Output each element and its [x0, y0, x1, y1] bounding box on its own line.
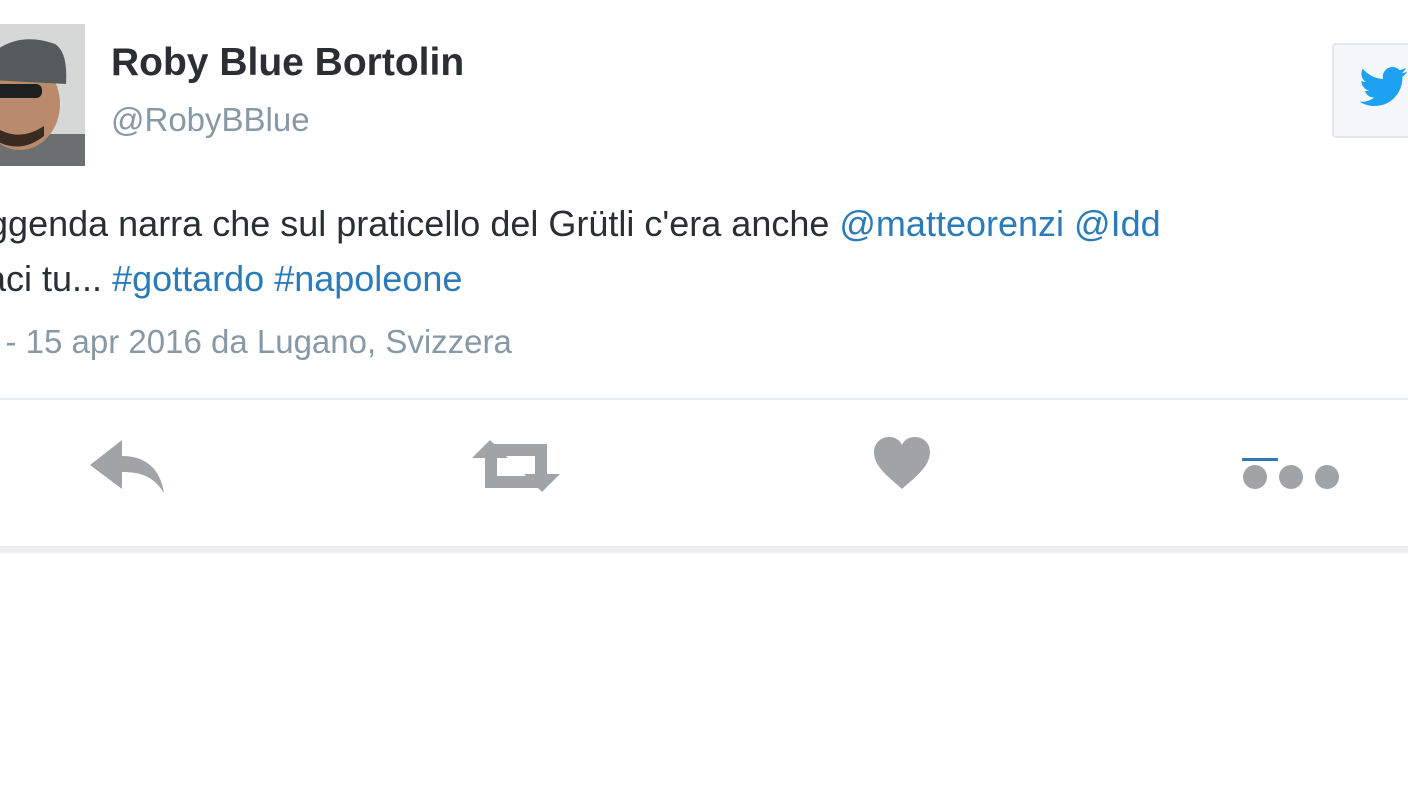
more-dots-icon [1242, 458, 1339, 489]
tweet-text-line-2: saci tu... #gottardo #napoleone [0, 251, 1408, 306]
retweet-button[interactable] [470, 436, 562, 496]
screen-name[interactable]: @RobyBBlue [111, 101, 310, 139]
avatar[interactable] [0, 24, 85, 166]
tweet-text: eggenda narra che sul praticello del Grü… [0, 196, 1408, 306]
reply-icon [90, 440, 164, 493]
twitter-logo-button[interactable] [1332, 43, 1408, 138]
avatar-photo [0, 24, 85, 166]
heart-icon [874, 437, 930, 489]
tweet-text-segment: saci tu... [0, 258, 103, 299]
hashtag-link[interactable]: #gottardo [112, 258, 264, 299]
tweet-card: Roby Blue Bortolin @RobyBBlue eggenda na… [0, 0, 1408, 792]
tweet-text-line-1: eggenda narra che sul praticello del Grü… [0, 196, 1408, 251]
more-button[interactable] [1238, 458, 1344, 494]
twitter-bird-icon [1360, 67, 1408, 106]
hashtag-link[interactable]: #napoleone [274, 258, 462, 299]
retweet-icon [472, 440, 560, 492]
reply-button[interactable] [88, 437, 166, 495]
divider [0, 546, 1408, 553]
mention-link[interactable]: @Idd [1074, 203, 1161, 244]
mention-link[interactable]: @matteorenzi [839, 203, 1064, 244]
display-name[interactable]: Roby Blue Bortolin [111, 41, 464, 85]
tweet-text-segment: eggenda narra che sul praticello del Grü… [0, 203, 840, 244]
like-button[interactable] [872, 435, 932, 491]
divider [0, 398, 1408, 400]
tweet-timestamp[interactable]: 5 - 15 apr 2016 da Lugano, Svizzera [0, 323, 512, 361]
